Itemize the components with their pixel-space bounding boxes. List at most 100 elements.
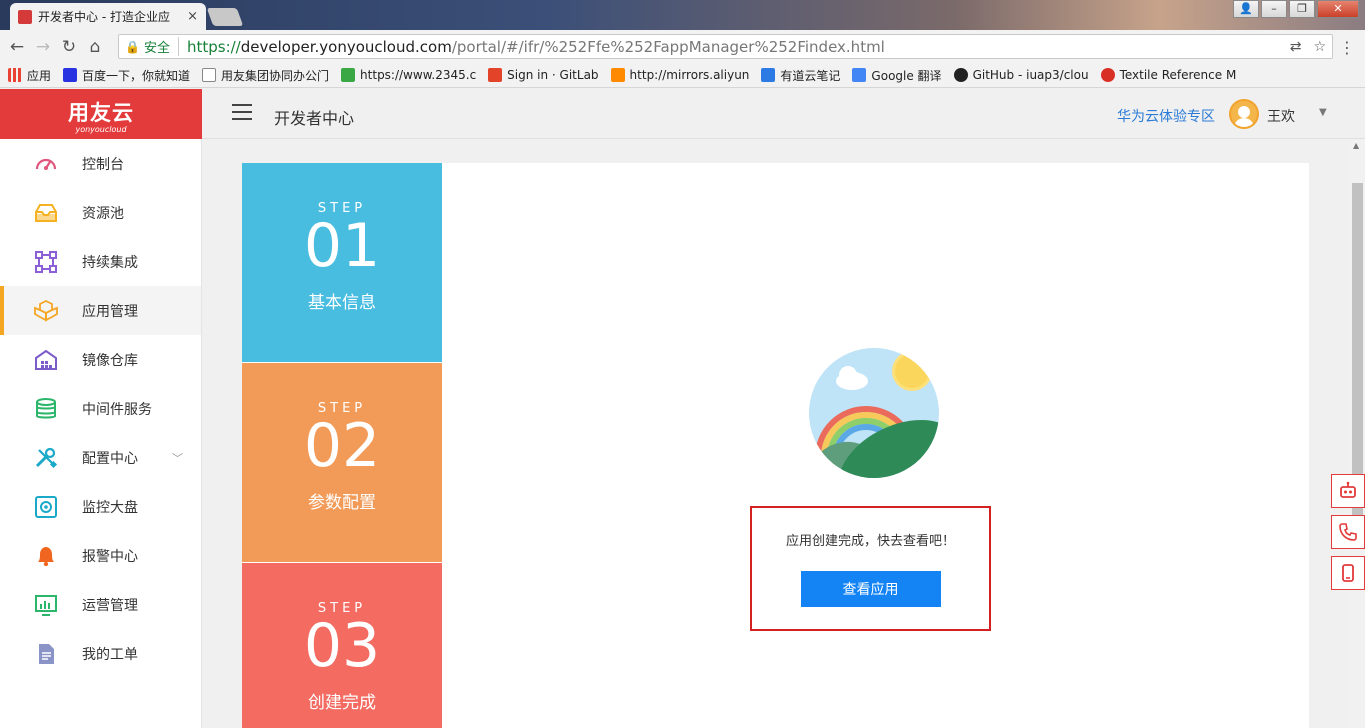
bookmark-item[interactable]: 应用 <box>8 67 51 84</box>
bookmark-item[interactable]: http://mirrors.aliyun <box>610 68 749 82</box>
user-profile-icon[interactable]: 👤 <box>1233 0 1259 18</box>
scroll-up-icon[interactable]: ▲ <box>1353 141 1359 150</box>
step-number: 03 <box>303 611 381 681</box>
sidebar-item-label: 中间件服务 <box>82 401 152 418</box>
top-bar: 开发者中心 华为云体验专区 王欢 ▼ <box>202 89 1365 139</box>
bookmark-item[interactable]: Sign in · GitLab <box>488 68 599 82</box>
bookmark-item[interactable]: Textile Reference M <box>1100 68 1236 82</box>
bookmark-item[interactable]: Google 翻译 <box>852 67 942 84</box>
sidebar-item-label: 资源池 <box>82 205 124 222</box>
sidebar-item-operations[interactable]: 运营管理 <box>0 580 201 629</box>
address-bar-row: ← → ↻ ⌂ 🔒 安全 https://developer.yonyouclo… <box>0 30 1365 63</box>
reload-icon[interactable]: ↻ <box>56 37 82 57</box>
sidebar-item-resource-pool[interactable]: 资源池 <box>0 188 201 237</box>
url-host: developer.yonyoucloud.com <box>240 37 452 56</box>
google-translate-icon <box>852 68 867 82</box>
success-message: 应用创建完成，快去查看吧！ <box>785 534 955 549</box>
browser-tab-strip: 开发者中心 - 打造企业应 × 👤 – ❐ ✕ <box>0 0 1365 30</box>
step-basic-info: STEP 01 基本信息 <box>242 163 442 363</box>
step-label: STEP <box>317 401 367 416</box>
new-tab-button[interactable] <box>206 8 244 26</box>
tools-icon <box>34 447 58 469</box>
logo-text: 用友云 <box>68 101 134 125</box>
gitlab-icon <box>488 68 503 82</box>
sidebar-item-ci[interactable]: 持续集成 <box>0 237 201 286</box>
hamburger-menu-icon[interactable] <box>232 104 252 120</box>
bookmark-item[interactable]: GitHub - iuap3/clou <box>953 68 1089 82</box>
youdao-note-icon <box>761 68 776 82</box>
bookmark-star-icon[interactable]: ☆ <box>1313 39 1326 55</box>
step-complete: STEP 03 创建完成 <box>242 563 442 728</box>
main-content: STEP 01 基本信息 STEP 02 参数配置 STEP 03 创建完成 应… <box>202 139 1365 728</box>
translate-icon[interactable]: ⇄ <box>1290 39 1302 55</box>
huawei-zone-link[interactable]: 华为云体验专区 <box>1117 106 1215 126</box>
sidebar-item-label: 持续集成 <box>82 254 138 271</box>
database-icon <box>34 397 58 420</box>
maximize-icon[interactable]: ❐ <box>1289 0 1315 18</box>
sidebar-item-console[interactable]: 控制台 <box>0 139 201 188</box>
step-list: STEP 01 基本信息 STEP 02 参数配置 STEP 03 创建完成 <box>242 163 442 728</box>
logo-subtext: yonyoucloud <box>75 125 127 134</box>
url-input[interactable]: 🔒 安全 https://developer.yonyoucloud.com/p… <box>118 34 1333 59</box>
browser-menu-icon[interactable]: ⋮ <box>1339 38 1355 57</box>
logo[interactable]: 用友云 yonyoucloud <box>0 89 202 139</box>
rainbow-illustration-icon <box>809 348 939 478</box>
avatar[interactable] <box>1229 99 1259 129</box>
chevron-down-icon[interactable]: ﹀ <box>172 450 183 466</box>
sidebar-item-tickets[interactable]: 我的工单 <box>0 629 201 678</box>
result-box: 应用创建完成，快去查看吧！ 查看应用 <box>750 506 991 631</box>
robot-service-icon[interactable] <box>1331 474 1365 508</box>
bookmark-item[interactable]: https://www.2345.c <box>341 68 476 82</box>
sidebar-item-image-registry[interactable]: 镜像仓库 <box>0 335 201 384</box>
step-param-config: STEP 02 参数配置 <box>242 363 442 563</box>
bookmark-item[interactable]: 用友集团协同办公门 <box>202 67 329 84</box>
username[interactable]: 王欢 <box>1267 106 1295 126</box>
user-menu-caret-icon[interactable]: ▼ <box>1319 107 1327 118</box>
tab-close-icon[interactable]: × <box>187 9 198 24</box>
integration-icon <box>34 250 58 273</box>
favicon-icon <box>18 9 32 24</box>
chart-icon <box>34 594 58 616</box>
document-icon <box>34 643 58 665</box>
bookmark-item[interactable]: 有道云笔记 <box>761 67 840 84</box>
tab-title: 开发者中心 - 打造企业应 <box>38 10 170 24</box>
bookmark-item[interactable]: 百度一下，你就知道 <box>63 67 190 84</box>
sidebar-item-alerts[interactable]: 报警中心 <box>0 531 201 580</box>
baidu-icon <box>63 68 78 82</box>
back-icon[interactable]: ← <box>4 37 30 57</box>
monitor-icon <box>34 495 58 518</box>
textile-icon <box>1100 68 1115 82</box>
url-protocol: https:// <box>186 37 241 56</box>
sidebar-item-label: 镜像仓库 <box>82 352 138 369</box>
secure-label: 安全 <box>144 37 179 56</box>
sidebar-item-app-management[interactable]: 应用管理 <box>0 286 201 335</box>
sidebar-item-monitor[interactable]: 监控大盘 <box>0 482 201 531</box>
app-root: 用友云 yonyoucloud 开发者中心 华为云体验专区 王欢 ▼ 控制台 资… <box>0 89 1365 728</box>
sidebar-item-label: 应用管理 <box>82 303 138 320</box>
sidebar-item-label: 报警中心 <box>82 548 138 565</box>
mobile-icon[interactable] <box>1331 556 1365 590</box>
view-app-button[interactable]: 查看应用 <box>800 571 941 607</box>
home-icon[interactable]: ⌂ <box>82 37 108 57</box>
phone-icon[interactable] <box>1331 515 1365 549</box>
aliyun-icon <box>610 68 625 82</box>
github-icon <box>953 68 968 82</box>
cubes-icon <box>34 299 58 322</box>
step-name: 基本信息 <box>308 293 376 313</box>
browser-tab[interactable]: 开发者中心 - 打造企业应 × <box>10 3 206 30</box>
window-close-icon[interactable]: ✕ <box>1317 0 1359 18</box>
step-number: 01 <box>303 211 381 281</box>
step-label: STEP <box>317 201 367 216</box>
step-label: STEP <box>317 601 367 616</box>
sidebar-item-config-center[interactable]: 配置中心 ﹀ <box>0 433 201 482</box>
sidebar-item-middleware[interactable]: 中间件服务 <box>0 384 201 433</box>
dashboard-icon <box>34 153 58 175</box>
page-scrollbar[interactable]: ▲ <box>1350 139 1365 728</box>
minimize-icon[interactable]: – <box>1261 0 1287 18</box>
apps-grid-icon <box>8 68 22 82</box>
forward-icon[interactable]: → <box>30 37 56 57</box>
bell-icon <box>34 545 58 567</box>
result-panel: 应用创建完成，快去查看吧！ 查看应用 <box>442 163 1309 728</box>
step-name: 创建完成 <box>308 693 376 713</box>
bookmarks-bar: 应用 百度一下，你就知道 用友集团协同办公门 https://www.2345.… <box>0 63 1365 88</box>
